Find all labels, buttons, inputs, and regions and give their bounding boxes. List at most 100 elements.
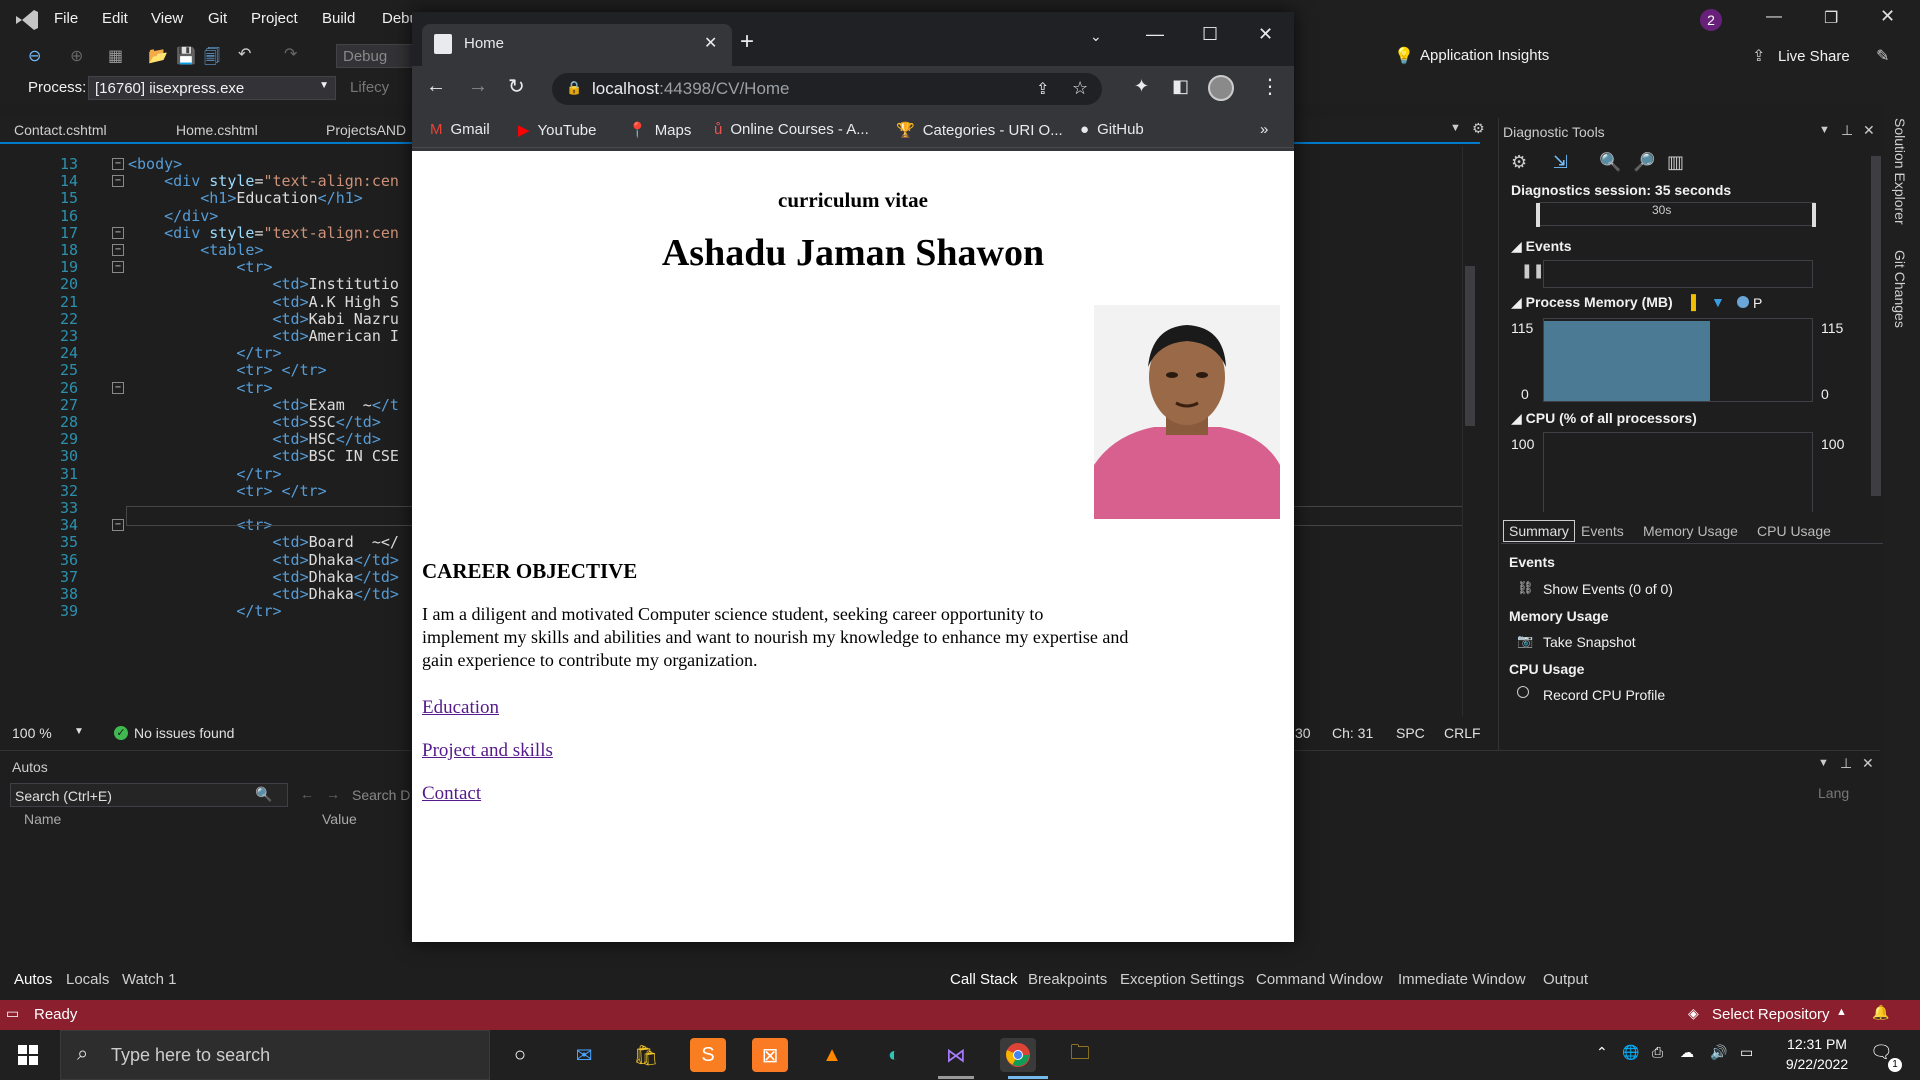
zoom-level[interactable]: 100 % bbox=[12, 725, 52, 741]
tab-search-icon[interactable]: ⌄ bbox=[1090, 28, 1102, 45]
feedback-icon[interactable]: ✎ bbox=[1876, 46, 1889, 66]
back-icon[interactable]: ← bbox=[426, 75, 446, 98]
project-skills-link[interactable]: Project and skills bbox=[422, 740, 553, 762]
search-forward-icon[interactable]: → bbox=[326, 786, 340, 802]
memory-section-label[interactable]: ◢ Process Memory (MB) bbox=[1511, 294, 1673, 311]
bookmark-uri[interactable]: 🏆 Categories - URI O... bbox=[896, 121, 1063, 139]
search-depth-label[interactable]: Search D bbox=[352, 787, 410, 803]
file-explorer-icon[interactable]: 🗀 bbox=[1062, 1038, 1098, 1072]
live-share-button[interactable]: Live Share bbox=[1778, 48, 1850, 65]
autos-search-input[interactable]: Search (Ctrl+E) 🔍 bbox=[10, 783, 288, 807]
diag-select-tools-icon[interactable]: ⇲ bbox=[1553, 152, 1568, 173]
tab-output[interactable]: Output bbox=[1543, 971, 1588, 988]
process-combo[interactable]: [16760] iisexpress.exe ▼ bbox=[88, 76, 336, 100]
tab-home-cshtml[interactable]: Home.cshtml bbox=[176, 122, 258, 138]
tab-exception-settings[interactable]: Exception Settings bbox=[1120, 971, 1244, 988]
menu-project[interactable]: Project bbox=[251, 10, 298, 27]
chrome-minimize-icon[interactable]: — bbox=[1146, 24, 1164, 45]
tab-contact-cshtml[interactable]: Contact.cshtml bbox=[14, 122, 107, 138]
app-insights-button[interactable]: Application Insights bbox=[1420, 47, 1549, 64]
new-item-icon[interactable]: ▦ bbox=[108, 46, 123, 66]
profile-avatar[interactable] bbox=[1208, 75, 1234, 101]
fold-toggle-icon[interactable]: − bbox=[112, 381, 124, 394]
task-view-icon[interactable]: ○ bbox=[502, 1038, 538, 1072]
bookmark-star-icon[interactable]: ☆ bbox=[1072, 78, 1088, 99]
solution-explorer-tab[interactable]: Solution Explorer bbox=[1892, 118, 1908, 225]
forward-icon[interactable]: → bbox=[468, 75, 488, 98]
globe-icon[interactable]: 🌐 bbox=[1622, 1044, 1639, 1061]
diag-tab-cpu[interactable]: CPU Usage bbox=[1757, 523, 1831, 539]
events-track[interactable] bbox=[1543, 260, 1813, 288]
tab-projects-cshtml[interactable]: ProjectsAND bbox=[326, 122, 406, 138]
redo-icon[interactable]: ↷ bbox=[284, 44, 297, 64]
taskbar-time[interactable]: 12:31 PM bbox=[1782, 1036, 1852, 1052]
settings-gear-icon[interactable]: ⚙ bbox=[1472, 120, 1485, 137]
taskbar-date[interactable]: 9/22/2022 bbox=[1774, 1056, 1860, 1072]
sublime-icon[interactable]: S bbox=[690, 1038, 726, 1072]
tab-immediate-window[interactable]: Immediate Window bbox=[1398, 971, 1526, 988]
tab-command-window[interactable]: Command Window bbox=[1256, 971, 1383, 988]
diag-tab-memory[interactable]: Memory Usage bbox=[1643, 523, 1738, 539]
bookmark-udemy[interactable]: ů Online Courses - A... bbox=[714, 121, 869, 138]
save-icon[interactable]: 💾 bbox=[176, 46, 196, 66]
diag-scrollbar[interactable] bbox=[1869, 146, 1883, 516]
fold-toggle-icon[interactable]: − bbox=[112, 226, 124, 239]
battery-icon[interactable]: ▭ bbox=[1740, 1044, 1753, 1061]
configuration-combo[interactable]: Debug bbox=[336, 44, 418, 68]
store-icon[interactable]: 🛍 bbox=[628, 1038, 664, 1072]
diag-tab-summary[interactable]: Summary bbox=[1503, 520, 1575, 542]
notifications-bell-icon[interactable]: 🔔 bbox=[1872, 1004, 1889, 1021]
issues-status[interactable]: No issues found bbox=[134, 725, 234, 741]
side-panel-icon[interactable]: ◧ bbox=[1172, 76, 1189, 97]
tab-call-stack[interactable]: Call Stack bbox=[950, 971, 1018, 988]
chrome-menu-icon[interactable]: ⋮ bbox=[1260, 74, 1280, 99]
fold-toggle-icon[interactable]: − bbox=[112, 519, 124, 532]
pin-icon[interactable]: ⊥ bbox=[1840, 755, 1852, 772]
reload-icon[interactable]: ↻ bbox=[508, 74, 525, 99]
windows-start-icon[interactable] bbox=[18, 1045, 38, 1065]
diag-options-icon[interactable]: ▼ bbox=[1819, 124, 1830, 136]
edge-icon[interactable]: ◐ bbox=[876, 1038, 912, 1072]
timeline-ruler[interactable]: 30s bbox=[1536, 202, 1816, 227]
zoom-dropdown-icon[interactable]: ▼ bbox=[74, 726, 84, 737]
mail-icon[interactable]: ✉ bbox=[566, 1038, 602, 1072]
close-icon[interactable]: ✕ bbox=[1880, 6, 1895, 27]
take-snapshot-link[interactable]: Take Snapshot bbox=[1543, 634, 1636, 650]
tab-close-icon[interactable]: ✕ bbox=[704, 33, 717, 53]
record-cpu-link[interactable]: Record CPU Profile bbox=[1543, 687, 1665, 703]
pane-options-icon[interactable]: ▼ bbox=[1818, 757, 1829, 769]
menu-edit[interactable]: Edit bbox=[102, 10, 128, 27]
tab-locals[interactable]: Locals bbox=[66, 971, 109, 988]
chrome-maximize-icon[interactable]: ☐ bbox=[1202, 24, 1218, 45]
extensions-icon[interactable]: ✦ bbox=[1134, 76, 1149, 97]
timeline-start-handle[interactable] bbox=[1536, 203, 1540, 227]
diag-settings-icon[interactable]: ⚙ bbox=[1511, 152, 1527, 173]
menu-git[interactable]: Git bbox=[208, 10, 227, 27]
back-nav-icon[interactable]: ⊖ bbox=[28, 46, 41, 66]
lock-icon[interactable]: 🔒 bbox=[566, 80, 582, 96]
timeline-end-handle[interactable] bbox=[1812, 203, 1816, 227]
pane-close-icon[interactable]: ✕ bbox=[1862, 755, 1874, 772]
column-name-header[interactable]: Name bbox=[24, 811, 61, 827]
line-ending-status[interactable]: CRLF bbox=[1444, 725, 1481, 741]
notification-badge[interactable]: 2 bbox=[1700, 9, 1722, 31]
whitespace-status[interactable]: SPC bbox=[1396, 725, 1425, 741]
editor-scrollbar[interactable] bbox=[1462, 146, 1476, 716]
chrome-tab-home[interactable]: Home ✕ bbox=[422, 24, 732, 66]
git-changes-tab[interactable]: Git Changes bbox=[1892, 250, 1908, 328]
menu-file[interactable]: File bbox=[54, 10, 78, 27]
open-folder-icon[interactable]: 📂 bbox=[148, 46, 168, 66]
tab-watch-1[interactable]: Watch 1 bbox=[122, 971, 176, 988]
contact-link[interactable]: Contact bbox=[422, 783, 481, 805]
taskbar-search-box[interactable]: ⌕ Type here to search bbox=[60, 1030, 490, 1080]
memory-graph[interactable] bbox=[1543, 318, 1813, 402]
bookmark-gmail[interactable]: M Gmail bbox=[430, 121, 490, 138]
tab-autos[interactable]: Autos bbox=[14, 971, 52, 988]
new-tab-icon[interactable]: + bbox=[740, 28, 754, 56]
cpu-section-label[interactable]: ◢ CPU (% of all processors) bbox=[1511, 410, 1697, 427]
save-all-icon[interactable]: 🗐 bbox=[204, 46, 220, 73]
menu-view[interactable]: View bbox=[151, 10, 183, 27]
more-bookmarks-button[interactable]: » bbox=[1260, 121, 1268, 138]
column-status[interactable]: Ch: 31 bbox=[1332, 725, 1373, 741]
tray-chevron-icon[interactable]: ⌃ bbox=[1596, 1044, 1608, 1061]
